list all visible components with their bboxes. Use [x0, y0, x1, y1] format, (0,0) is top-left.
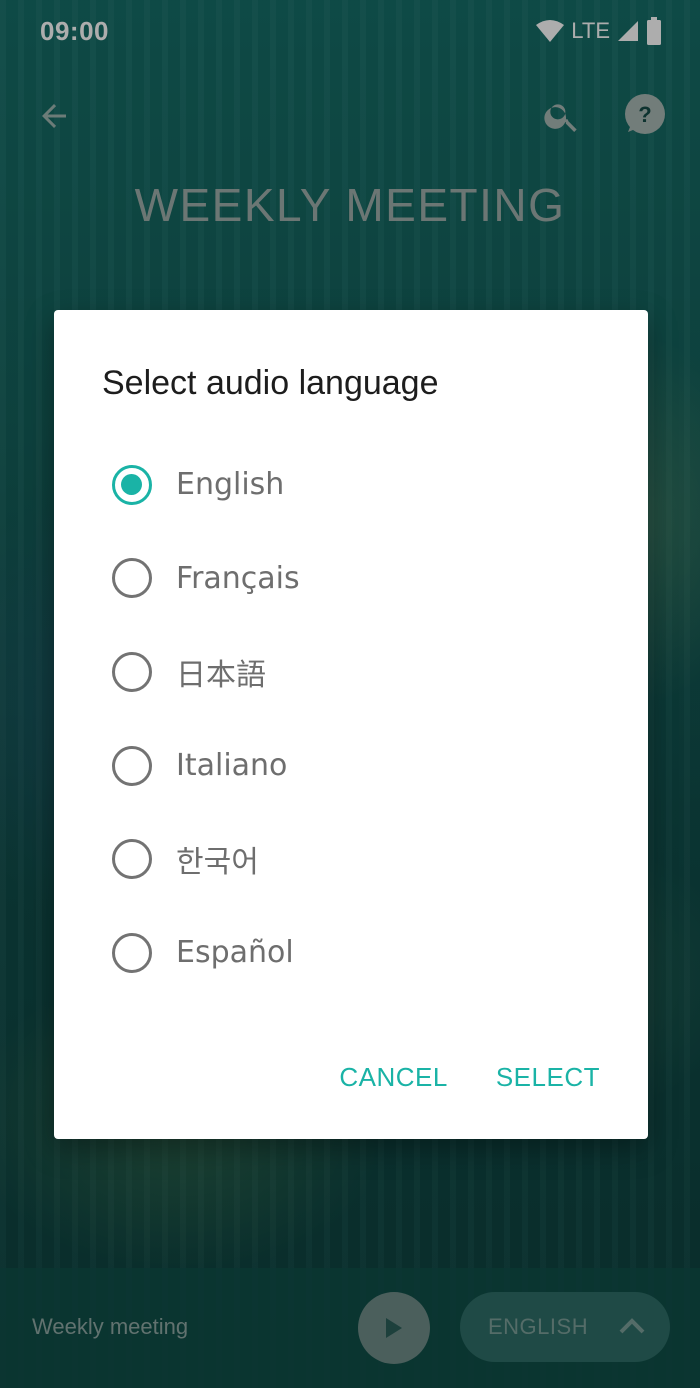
cancel-button[interactable]: CANCEL: [339, 1062, 447, 1093]
language-option-japanese[interactable]: 日本語: [54, 625, 648, 719]
language-option-italian[interactable]: Italiano: [54, 719, 648, 813]
language-option-english[interactable]: English: [54, 438, 648, 532]
option-label: Español: [176, 935, 294, 971]
select-button[interactable]: SELECT: [496, 1062, 600, 1093]
radio-button[interactable]: [112, 932, 152, 973]
radio-button[interactable]: [112, 839, 152, 880]
dialog-title: Select audio language: [102, 364, 439, 402]
language-option-spanish[interactable]: Español: [54, 906, 648, 1000]
radio-button[interactable]: [112, 651, 152, 692]
option-label: 한국어: [176, 845, 259, 881]
language-option-french[interactable]: Français: [54, 532, 648, 626]
radio-button[interactable]: [112, 464, 152, 505]
radio-button[interactable]: [112, 745, 152, 786]
language-option-korean[interactable]: 한국어: [54, 812, 648, 906]
option-label: English: [176, 467, 285, 503]
audio-language-dialog: Select audio language English Français 日…: [54, 310, 648, 1139]
dialog-actions: CANCEL SELECT: [339, 1062, 600, 1093]
option-label: 日本語: [176, 657, 266, 693]
option-label: Italiano: [176, 748, 288, 784]
option-label: Français: [176, 560, 300, 596]
radio-button[interactable]: [112, 558, 152, 599]
language-options: English Français 日本語 Italiano 한국어 Españo…: [54, 438, 648, 1000]
